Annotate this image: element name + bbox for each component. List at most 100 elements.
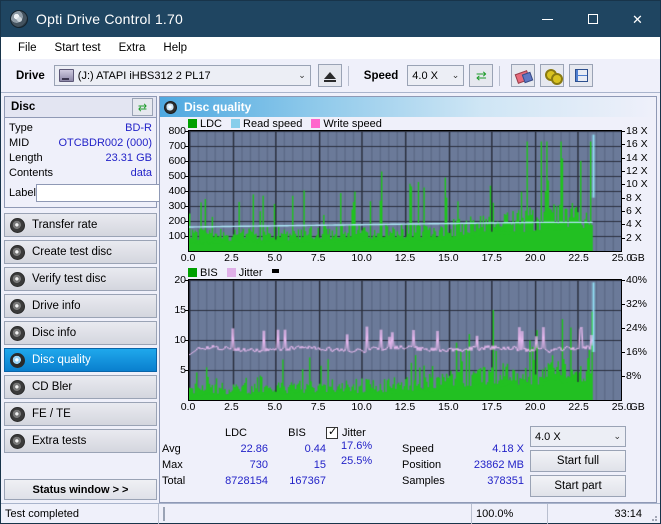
floppy-save-icon: [574, 69, 588, 82]
y-tick-label: 200: [168, 215, 186, 227]
x-tick-label: 12.5: [394, 252, 416, 264]
page-title: Disc quality: [184, 100, 252, 114]
disc-row-mid: MID OTCBDR002 (000): [9, 135, 152, 150]
menu-item-file[interactable]: File: [9, 40, 46, 56]
sidebar-item-fe-te[interactable]: FE / TE: [4, 402, 157, 426]
stats-corner: [162, 426, 204, 441]
eraser-icon: [516, 70, 531, 81]
legend-label-read-speed: Read speed: [243, 117, 303, 130]
start-part-button[interactable]: Start part: [530, 475, 626, 497]
sidebar-item-verify-test-disc[interactable]: Verify test disc: [4, 267, 157, 291]
refresh-button[interactable]: ⇄: [469, 64, 494, 87]
y2-tick-label: 8 X: [626, 191, 642, 204]
x-tick-label: 17.5: [481, 252, 503, 264]
y-tick-label: 700: [168, 140, 186, 152]
status-message: Test completed: [1, 503, 159, 524]
disc-row-mid-key: MID: [9, 136, 30, 149]
legend-label-write-speed: Write speed: [323, 117, 382, 130]
sidebar-item-label: Transfer rate: [32, 219, 98, 231]
samples-row-label: Samples: [402, 475, 445, 487]
legend-marker-icon: [271, 268, 279, 273]
samples-row-value: 378351: [487, 475, 524, 487]
sidebar-item-extra-tests[interactable]: Extra tests: [4, 429, 157, 453]
start-full-button[interactable]: Start full: [530, 450, 626, 472]
progress-percent: 100.0%: [472, 503, 548, 524]
legend-swatch-read-speed: [231, 119, 241, 128]
jitter-toggle-row: Jitter: [326, 425, 402, 439]
sidebar-item-label: Drive info: [32, 300, 81, 312]
drive-select[interactable]: (J:) ATAPI iHBS312 2 PL17 ⌄: [53, 65, 311, 86]
sidebar: Disc ⇄ Type BD-R MID OTCBDR002 (000) Len…: [4, 96, 237, 503]
maximize-button[interactable]: [570, 1, 615, 37]
y2-tick: [622, 328, 625, 329]
test-speed-select[interactable]: 4.0 X ⌄: [530, 426, 626, 447]
app-disc-icon: [10, 10, 28, 28]
x-tick-label: 0.0: [180, 401, 196, 413]
stats-header-bis: BIS: [288, 427, 306, 439]
y2-tick: [622, 184, 625, 186]
y2-tick: [622, 211, 625, 212]
y-tick-label: 300: [168, 200, 186, 212]
erase-button[interactable]: [511, 64, 536, 87]
sidebar-item-disc-info[interactable]: Disc info: [4, 321, 157, 345]
bis-jitter-chart: BIS Jitter 20 15 10 5 40% 32% 24% 16% 8%…: [162, 266, 654, 415]
menu-item-help[interactable]: Help: [154, 40, 196, 56]
stats-row-label-avg: Avg: [162, 443, 181, 455]
position-row-label: Position: [402, 459, 442, 471]
sidebar-item-cd-bler[interactable]: CD Bler: [4, 375, 157, 399]
minimize-button[interactable]: [525, 1, 570, 37]
ldc-canvas: [189, 131, 621, 251]
x-tick-label: 5.0: [267, 252, 283, 264]
stats-row-label-total: Total: [162, 475, 186, 487]
disc-row-length-value: 23.31 GB: [105, 151, 152, 164]
y2-tick: [622, 304, 625, 305]
sidebar-item-drive-info[interactable]: Drive info: [4, 294, 157, 318]
x-tick-label: 17.5: [481, 401, 503, 413]
bis-y-axis: 20 15 10 5: [162, 274, 188, 401]
y2-tick: [622, 171, 625, 172]
sidebar-item-transfer-rate[interactable]: Transfer rate: [4, 213, 157, 237]
menu-item-start-test[interactable]: Start test: [46, 40, 110, 56]
window-title: Opti Drive Control 1.70: [36, 11, 183, 27]
main-panel-header: Disc quality: [160, 97, 656, 117]
y-tick-label: 800: [168, 125, 186, 137]
sidebar-item-disc-quality[interactable]: Disc quality: [4, 348, 157, 372]
sidebar-item-create-test-disc[interactable]: Create test disc: [4, 240, 157, 264]
jitter-checkbox[interactable]: [326, 425, 338, 439]
y2-tick: [622, 157, 625, 159]
speed-row-label: Speed: [402, 443, 434, 455]
x-tick-label: 2.5: [224, 252, 239, 264]
bis-chart-legend: BIS Jitter: [162, 266, 654, 279]
chevron-down-icon: ⌄: [451, 70, 460, 80]
menu-item-extra[interactable]: Extra: [110, 40, 155, 56]
stats-avg-ldc: 22.86: [240, 443, 268, 455]
speed-select-toolbar[interactable]: 4.0 X ⌄: [407, 65, 465, 86]
y2-tick-label: 10 X: [626, 178, 648, 191]
status-bar: Test completed 100.0% 33:14: [1, 503, 660, 524]
window-controls: ✕: [525, 1, 660, 37]
sidebar-item-label: CD Bler: [32, 381, 73, 393]
title-bar: Opti Drive Control 1.70 ✕: [1, 1, 660, 37]
stats-header-ldc: LDC: [224, 427, 247, 439]
y-tick-label: 100: [168, 230, 186, 242]
disc-panel: Disc ⇄ Type BD-R MID OTCBDR002 (000) Len…: [4, 96, 237, 208]
resize-grip[interactable]: [646, 504, 660, 524]
stats-max-ldc: 730: [249, 459, 268, 471]
create-test-disc-icon: [10, 244, 25, 260]
disc-row-mid-value: OTCBDR002 (000): [58, 136, 152, 149]
transfer-rate-icon: [10, 217, 25, 233]
eject-button[interactable]: [317, 64, 342, 87]
x-tick-label: 22.5: [568, 401, 589, 413]
y2-tick: [622, 144, 625, 146]
settings-button[interactable]: [540, 64, 565, 87]
disc-row-type-key: Type: [9, 121, 33, 134]
close-button[interactable]: ✕: [615, 1, 660, 37]
x-tick-label: 2.5: [224, 401, 239, 413]
disc-row-contents-key: Contents: [9, 166, 54, 179]
save-button[interactable]: [569, 64, 594, 87]
ldc-plot-area: [188, 130, 622, 252]
sidebar-item-label: Create test disc: [32, 246, 112, 258]
status-window-button[interactable]: Status window > >: [4, 479, 157, 500]
x-axis-unit: GB: [629, 252, 645, 264]
disc-refresh-button[interactable]: ⇄: [132, 98, 153, 116]
